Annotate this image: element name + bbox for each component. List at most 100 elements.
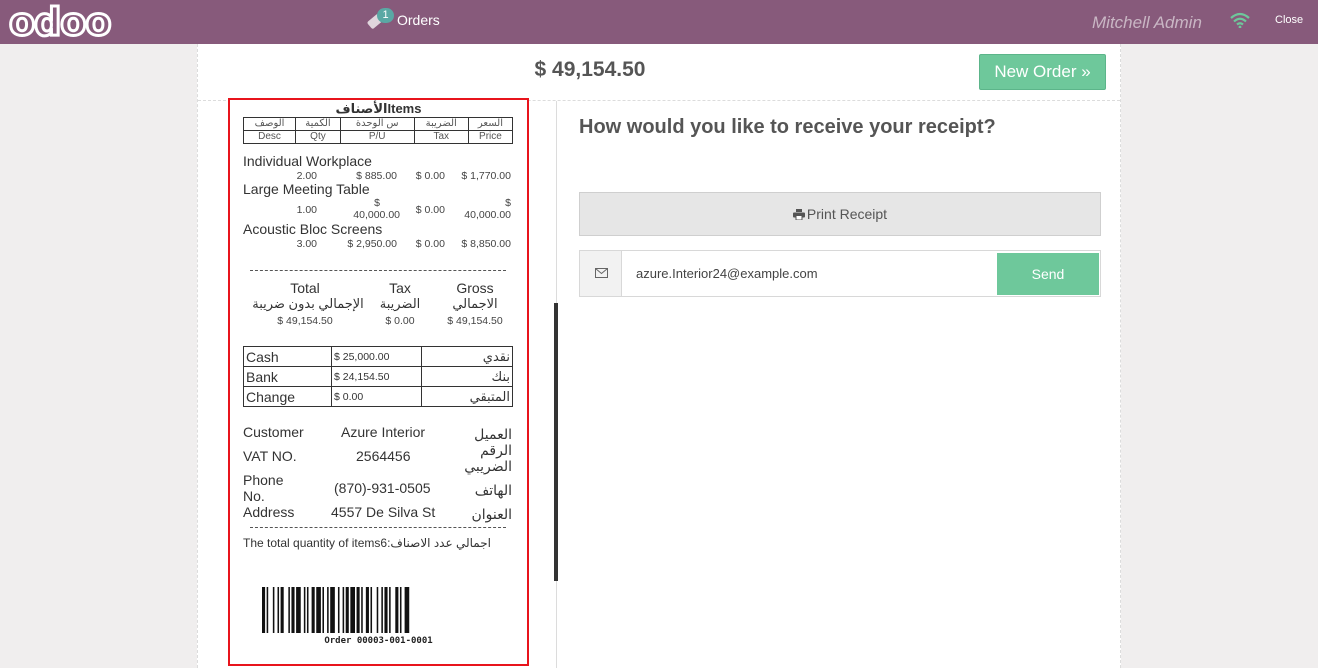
top-navbar: odoo 1 Orders Mitchell Admin Close bbox=[0, 0, 1318, 45]
receipt-items-header: الوصف الكمية س الوحدة الضريبة السعر Desc… bbox=[242, 117, 514, 144]
barcode-bar bbox=[306, 587, 309, 633]
send-button[interactable]: Send bbox=[997, 253, 1099, 295]
line-item-qty: 3.00 bbox=[296, 238, 317, 250]
header-qty: Qty bbox=[295, 130, 341, 144]
header-desc-ar: الوصف bbox=[242, 117, 297, 131]
barcode-bar bbox=[399, 587, 402, 633]
barcode-bar bbox=[361, 587, 363, 633]
email-input[interactable] bbox=[624, 251, 996, 296]
orders-count-badge: 1 bbox=[377, 8, 394, 23]
line-item-tax: $ 0.00 bbox=[415, 238, 445, 250]
receipt-scrollbar[interactable] bbox=[554, 303, 558, 581]
barcode-bar bbox=[303, 587, 306, 633]
tax-label: Tax bbox=[389, 280, 411, 296]
header-desc: Desc bbox=[242, 130, 297, 144]
customer-label-ar: العميل bbox=[474, 426, 512, 442]
receipt-separator bbox=[250, 527, 506, 528]
line-item-name: Individual Workplace bbox=[243, 153, 372, 169]
vat-value: 2564456 bbox=[356, 448, 411, 464]
barcode-bar bbox=[389, 587, 391, 633]
payment-method: Cash bbox=[243, 346, 332, 367]
barcode-bar bbox=[370, 587, 373, 633]
barcode-bar bbox=[291, 587, 295, 633]
payment-amount: $ 24,154.50 bbox=[331, 366, 422, 387]
payment-method: Change bbox=[243, 386, 332, 407]
barcode-bar bbox=[296, 587, 301, 633]
tax-value: $ 0.00 bbox=[385, 315, 415, 327]
phone-label-2: No. bbox=[243, 488, 265, 504]
email-receipt-group: Send bbox=[579, 250, 1101, 297]
payment-line: Cash $ 25,000.00 نقدي bbox=[243, 346, 513, 367]
customer-label: Customer bbox=[243, 424, 304, 440]
vat-label: VAT NO. bbox=[243, 448, 297, 464]
total-label: Total bbox=[290, 280, 320, 296]
header-pu: P/U bbox=[339, 130, 415, 144]
payment-method-ar: بنك bbox=[421, 366, 513, 387]
user-name[interactable]: Mitchell Admin bbox=[1092, 13, 1202, 33]
total-label-ar: الإجمالي بدون ضريبة bbox=[252, 296, 364, 311]
line-item-price: $ 1,770.00 bbox=[461, 170, 511, 182]
print-receipt-label: Print Receipt bbox=[806, 206, 888, 222]
barcode-bar bbox=[395, 587, 399, 633]
new-order-button[interactable]: New Order » bbox=[979, 54, 1106, 90]
payment-lines-table: Cash $ 25,000.00 نقدي Bank $ 24,154.50 ب… bbox=[243, 346, 513, 407]
address-label: Address bbox=[243, 504, 295, 520]
total-value: $ 49,154.50 bbox=[277, 315, 333, 327]
header-tax-ar: الضريبة bbox=[413, 117, 469, 131]
line-item-price: 40,000.00 bbox=[464, 209, 511, 221]
printer-icon bbox=[792, 209, 805, 220]
gross-label: Gross bbox=[456, 280, 494, 296]
barcode-bar bbox=[381, 587, 383, 633]
barcode-bar bbox=[342, 587, 345, 633]
barcode-bar bbox=[384, 587, 388, 633]
receipt-prompt: How would you like to receive your recei… bbox=[579, 116, 996, 138]
payment-method: Bank bbox=[243, 366, 332, 387]
odoo-logo: odoo bbox=[8, 0, 114, 45]
phone-label: Phone bbox=[243, 472, 284, 488]
wifi-icon bbox=[1230, 12, 1250, 28]
receipt-screen: $ 49,154.50 New Order » الأصنافItems الو… bbox=[197, 44, 1121, 668]
gross-value: $ 49,154.50 bbox=[447, 315, 503, 327]
tax-label-ar: الضريبة bbox=[379, 296, 421, 311]
barcode-bar bbox=[311, 587, 315, 633]
close-button[interactable]: Close bbox=[1275, 14, 1303, 26]
receipt-separator bbox=[250, 270, 506, 271]
header-pu-ar: س الوحدة bbox=[339, 117, 415, 131]
barcode-bar bbox=[277, 587, 280, 633]
header-price-ar: السعر bbox=[467, 117, 514, 131]
payment-amount: $ 0.00 bbox=[331, 386, 422, 407]
barcode-bar bbox=[350, 587, 355, 633]
barcode-bar bbox=[280, 587, 284, 633]
order-reference: Order 00003-001-0001 bbox=[324, 636, 433, 646]
vat-label-ar: الرقم bbox=[480, 442, 512, 458]
barcode-bar bbox=[316, 587, 321, 633]
line-item-tax: $ 0.00 bbox=[415, 204, 445, 216]
barcode-bar bbox=[262, 587, 266, 633]
payment-method-ar: المتبقي bbox=[421, 386, 513, 407]
line-item-unit-price: $ 2,950.00 bbox=[347, 238, 397, 250]
line-item-name: Large Meeting Table bbox=[243, 181, 370, 197]
screen-top-bar: $ 49,154.50 New Order » bbox=[198, 44, 1120, 101]
receipt-preview: الأصنافItems الوصف الكمية س الوحدة الضري… bbox=[228, 98, 529, 666]
line-item-unit-price: 40,000.00 bbox=[353, 209, 400, 221]
line-item-unit-price-currency: $ bbox=[374, 197, 380, 209]
phone-label-ar: الهاتف bbox=[474, 482, 512, 498]
barcode-bar bbox=[404, 587, 410, 633]
barcode-bar bbox=[345, 587, 349, 633]
barcode-bar bbox=[337, 587, 340, 633]
phone-value: (870)-931-0505 bbox=[334, 480, 431, 496]
line-item-tax: $ 0.00 bbox=[415, 170, 445, 182]
envelope-icon bbox=[595, 268, 608, 278]
address-value: 4557 De Silva St bbox=[331, 504, 436, 520]
barcode-bar bbox=[376, 587, 379, 633]
total-quantity-text: The total quantity of items6:اجمالي عدد … bbox=[243, 536, 491, 550]
barcode-bar bbox=[365, 587, 369, 633]
barcode-bar bbox=[330, 587, 335, 633]
customer-value: Azure Interior bbox=[341, 424, 426, 440]
gross-label-ar: الاجمالي bbox=[452, 296, 498, 311]
orders-label: Orders bbox=[397, 12, 440, 28]
order-total-amount: $ 49,154.50 bbox=[534, 58, 646, 81]
line-item-price: $ 8,850.00 bbox=[461, 238, 511, 250]
print-receipt-button[interactable]: Print Receipt bbox=[579, 192, 1101, 236]
order-barcode bbox=[262, 587, 410, 633]
